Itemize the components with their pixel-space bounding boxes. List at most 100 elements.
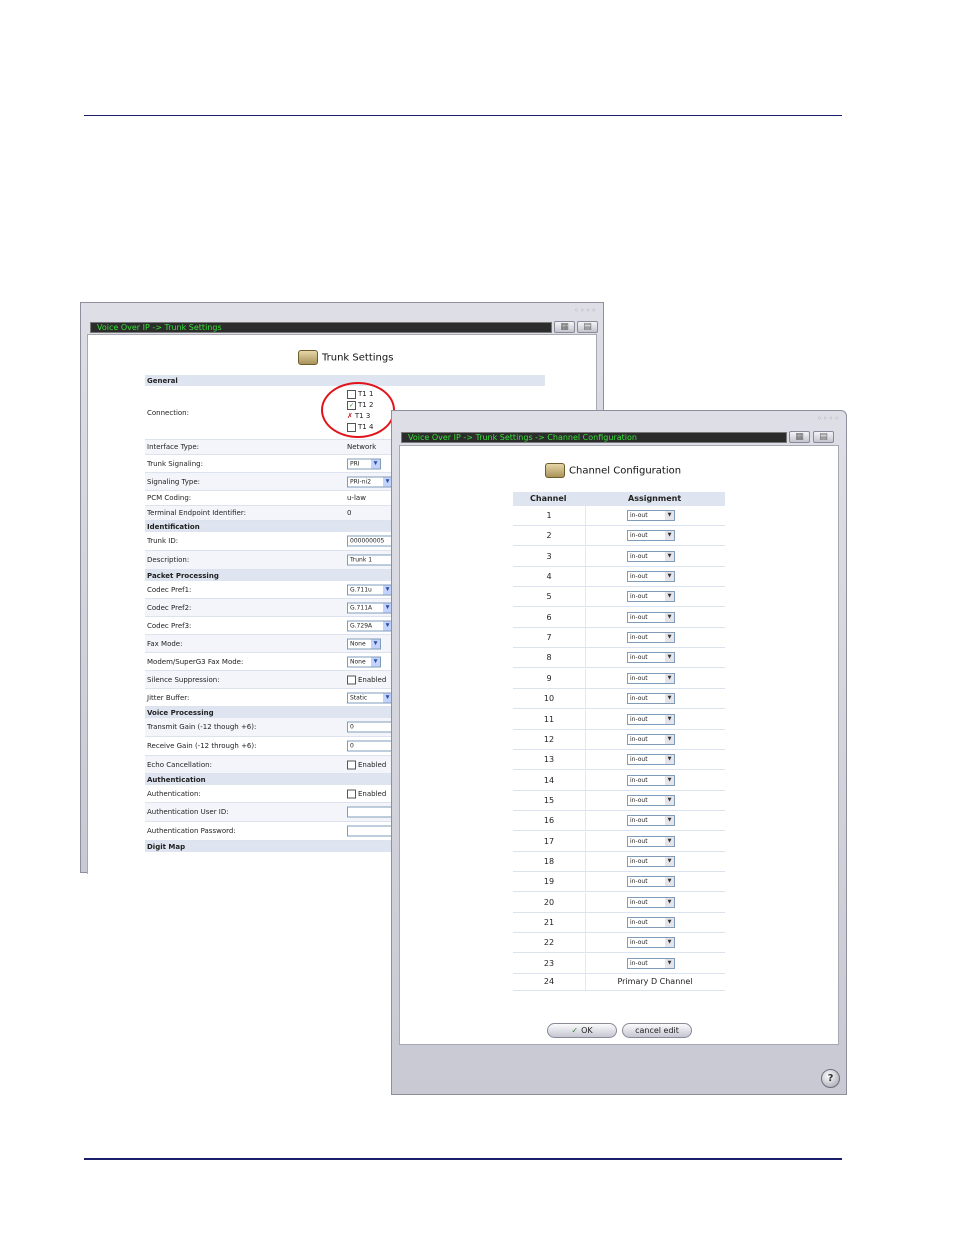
settings-select[interactable]: None ▼ [347,638,381,649]
chevron-down-icon[interactable]: ▼ [665,877,674,887]
help-icon[interactable]: ? [821,1069,840,1088]
channel-row: 24 Primary D Channel [513,974,725,992]
chevron-down-icon[interactable]: ▼ [665,612,674,622]
chevron-down-icon[interactable]: ▼ [665,755,674,765]
enabled-checkbox[interactable] [347,760,356,769]
chevron-down-icon[interactable]: ▼ [371,639,380,648]
assignment-select[interactable]: in-out ▼ [627,550,675,562]
enabled-checkbox[interactable] [347,789,356,798]
assignment-select[interactable]: in-out ▼ [627,693,675,705]
window-maximize-icon[interactable]: ▤ [577,321,598,333]
chevron-down-icon[interactable]: ▼ [665,938,674,948]
settings-label: Interface Type: [147,443,200,451]
assignment-select[interactable]: in-out ▼ [627,733,675,745]
settings-select[interactable]: G.729A ▼ [347,620,393,631]
chevron-down-icon[interactable]: ▼ [665,592,674,602]
chevron-down-icon[interactable]: ▼ [665,775,674,785]
channel-assignment: in-out ▼ [627,815,675,827]
chevron-down-icon[interactable]: ▼ [665,551,674,561]
settings-input[interactable]: 0 [347,721,397,733]
assignment-select[interactable]: in-out ▼ [627,794,675,806]
assignment-select[interactable]: in-out ▼ [627,937,675,949]
assignment-select[interactable]: in-out ▼ [627,510,675,521]
settings-label: Codec Pref1: [147,585,192,594]
column-divider [585,831,586,851]
chevron-down-icon[interactable]: ▼ [665,836,674,846]
settings-select[interactable]: PRI-ni2 ▼ [347,476,393,487]
assignment-select[interactable]: in-out ▼ [627,835,675,847]
ok-button[interactable]: ✓ OK [547,1023,617,1038]
settings-value: Enabled [347,760,386,769]
settings-select[interactable]: G.711A ▼ [347,602,393,613]
settings-select[interactable]: G.711u ▼ [347,584,393,595]
chevron-down-icon[interactable]: ▼ [665,673,674,683]
chevron-down-icon[interactable]: ▼ [665,816,674,826]
select-value: G.711u [350,586,372,593]
window-restore-icon[interactable]: ▦ [789,431,810,443]
assignment-select[interactable]: in-out ▼ [627,774,675,786]
channel-number: 21 [543,918,555,927]
trunk-settings-icon [298,350,318,365]
assignment-select[interactable]: in-out ▼ [627,571,675,583]
assignment-select[interactable]: in-out ▼ [627,591,675,603]
chevron-down-icon[interactable]: ▼ [665,572,674,582]
chevron-down-icon[interactable]: ▼ [371,459,380,468]
window-maximize-icon[interactable]: ▤ [813,431,834,443]
settings-input[interactable]: 0 [347,740,397,752]
assignment-select[interactable]: in-out ▼ [627,530,675,542]
chevron-down-icon[interactable]: ▼ [665,856,674,866]
assignment-select[interactable]: in-out ▼ [627,754,675,766]
settings-input[interactable]: Trunk 1 [347,554,397,566]
assignment-select[interactable]: in-out ▼ [627,876,675,888]
channel-assignment: in-out ▼ [627,571,675,583]
assignment-select[interactable]: in-out ▼ [627,957,675,969]
chevron-down-icon[interactable]: ▼ [665,511,674,520]
settings-select[interactable]: Static ▼ [347,692,393,703]
select-value: in-out [630,756,648,764]
chevron-down-icon[interactable]: ▼ [665,897,674,907]
bottom-rule [84,1158,842,1160]
assignment-select[interactable]: in-out ▼ [627,855,675,867]
channel-assignment: in-out ▼ [627,733,675,745]
settings-select[interactable]: PRI ▼ [347,458,381,469]
window-restore-icon[interactable]: ▦ [554,321,575,333]
assignment-select[interactable]: in-out ▼ [627,896,675,908]
chevron-down-icon[interactable]: ▼ [371,657,380,666]
column-divider [585,770,586,790]
chevron-down-icon[interactable]: ▼ [665,694,674,704]
select-value: None [350,658,366,665]
channel-assignment-text: Primary D Channel [617,977,693,987]
assignment-select[interactable]: in-out ▼ [627,917,675,928]
assignment-select[interactable]: in-out ▼ [627,815,675,827]
enabled-checkbox[interactable] [347,675,356,684]
settings-value: Network [347,443,377,451]
chevron-down-icon[interactable]: ▼ [665,633,674,643]
cancel-edit-button[interactable]: cancel edit [622,1023,692,1038]
settings-label: Description: [147,556,190,564]
chevron-down-icon[interactable]: ▼ [665,918,674,927]
chevron-down-icon[interactable]: ▼ [665,958,674,968]
resize-grip-icon[interactable]: ◦◦◦◦ [574,306,597,315]
select-value: in-out [630,532,648,540]
column-divider [585,648,586,668]
resize-grip-icon[interactable]: ◦◦◦◦ [817,414,840,423]
column-divider [585,953,586,973]
assignment-select[interactable]: in-out ▼ [627,632,675,644]
chevron-down-icon[interactable]: ▼ [665,653,674,663]
chevron-down-icon[interactable]: ▼ [665,714,674,724]
settings-input[interactable] [347,825,397,837]
assignment-select[interactable]: in-out ▼ [627,713,675,725]
channel-number: 10 [543,694,555,704]
select-value: G.729A [350,622,373,629]
assignment-select[interactable]: in-out ▼ [627,652,675,664]
assignment-select[interactable]: in-out ▼ [627,611,675,623]
settings-input[interactable] [347,806,397,818]
chevron-down-icon[interactable]: ▼ [665,734,674,744]
settings-input[interactable]: 000000005 [347,535,397,547]
assignment-select[interactable]: in-out ▼ [627,672,675,684]
chevron-down-icon[interactable]: ▼ [665,531,674,541]
chevron-down-icon[interactable]: ▼ [665,795,674,805]
column-divider [585,892,586,912]
settings-select[interactable]: None ▼ [347,656,381,667]
channel-table-header: Channel Assignment [513,492,725,506]
